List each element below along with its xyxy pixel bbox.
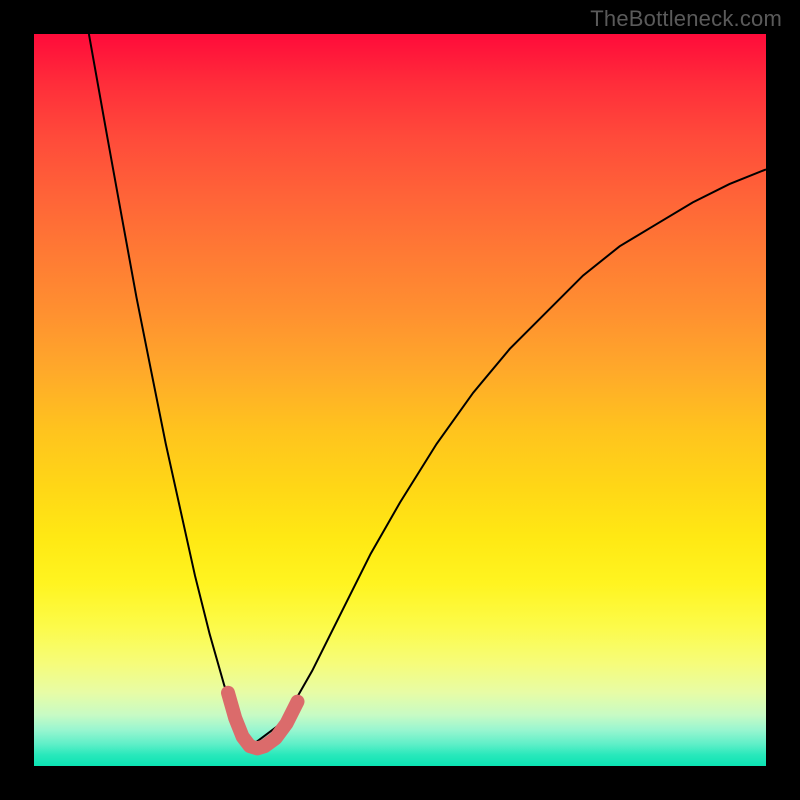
min-marker xyxy=(228,693,298,749)
chart-frame: TheBottleneck.com xyxy=(0,0,800,800)
bottleneck-curve xyxy=(89,34,766,744)
watermark-text: TheBottleneck.com xyxy=(590,6,782,32)
chart-svg xyxy=(34,34,766,766)
plot-area xyxy=(34,34,766,766)
